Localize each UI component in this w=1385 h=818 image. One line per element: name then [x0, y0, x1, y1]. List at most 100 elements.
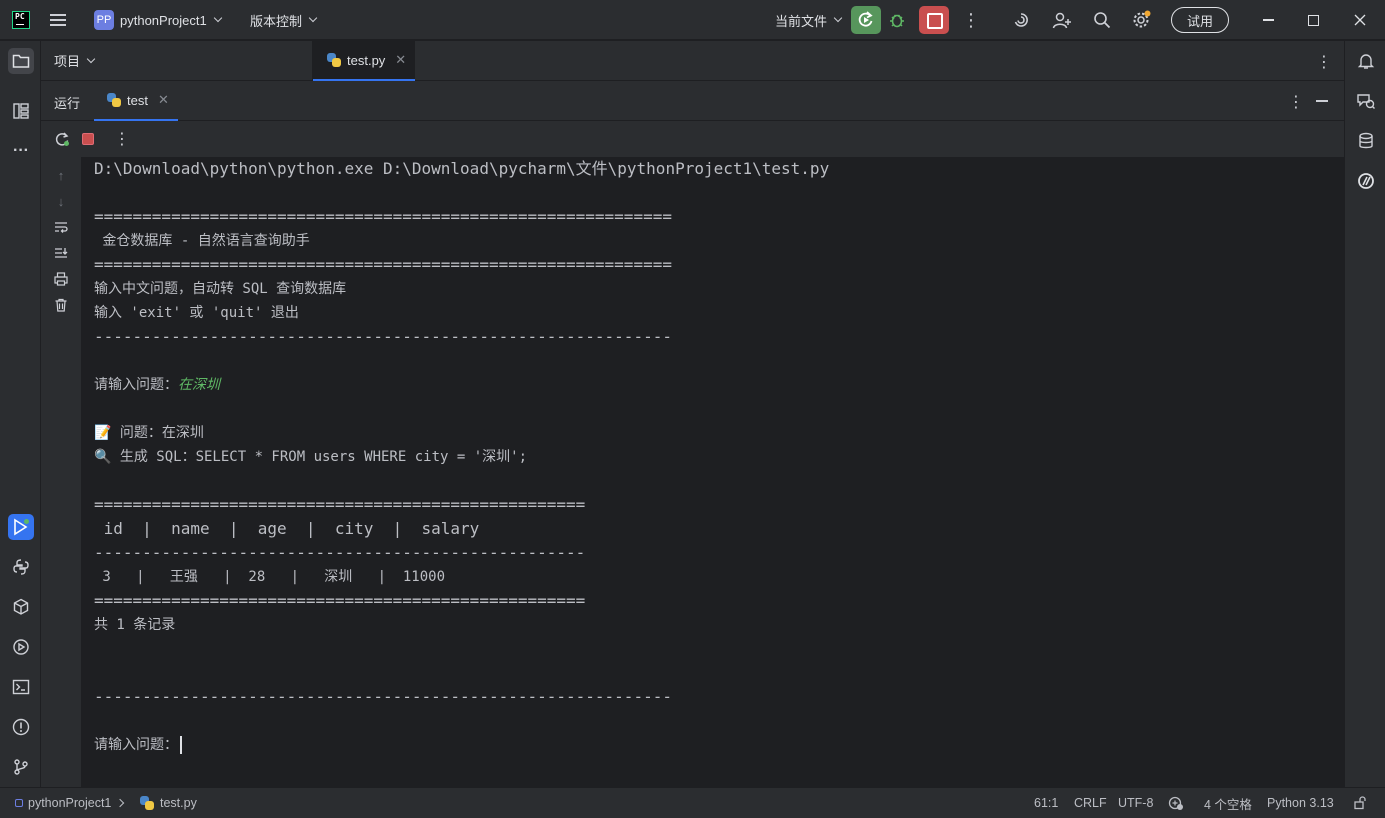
console-gutter: ↑ ↓ — [41, 157, 81, 787]
maximize-icon[interactable] — [1290, 0, 1336, 40]
more-icon[interactable]: ⋮ — [1288, 92, 1304, 112]
stop-icon[interactable] — [79, 130, 97, 148]
chevron-down-icon — [86, 54, 96, 63]
chevron-right-icon — [116, 798, 125, 808]
hamburger-menu-icon[interactable] — [50, 0, 70, 40]
close-icon[interactable] — [1337, 0, 1383, 40]
python-packages-icon[interactable] — [8, 594, 34, 620]
vcs-menu[interactable]: 版本控制 — [250, 0, 318, 40]
chevron-down-icon — [213, 13, 222, 23]
breadcrumb-file-label: test.py — [160, 796, 197, 810]
problems-icon[interactable] — [8, 714, 34, 740]
right-tool-strip — [1344, 41, 1385, 787]
tab-test-py[interactable]: test.py ✕ — [313, 41, 415, 81]
console-input-line[interactable]: 请输入问题： — [94, 733, 182, 757]
console-line: 输入中文问题，自动转 SQL 查询数据库 — [94, 281, 347, 297]
debug-button[interactable] — [888, 0, 912, 40]
user-input-text: 在深圳 — [178, 377, 220, 393]
run-config-selector[interactable]: 当前文件 — [775, 0, 843, 40]
more-icon[interactable]: ⋮ — [1316, 52, 1332, 72]
rerun-icon[interactable] — [53, 130, 71, 148]
project-panel-header[interactable]: 项目 — [41, 41, 313, 81]
rerun-icon — [858, 11, 873, 27]
terminal-icon[interactable] — [8, 674, 34, 700]
settings-icon[interactable] — [1130, 0, 1152, 40]
breadcrumb-project[interactable]: pythonProject1 — [15, 788, 133, 818]
project-panel-title: 项目 — [54, 54, 81, 69]
run-tab-test[interactable]: test ✕ — [94, 81, 178, 121]
console-line: ========================================… — [94, 207, 672, 226]
print-icon[interactable] — [53, 271, 69, 287]
table-row-line: 3 | 王强 | 28 | 深圳 | 11000 — [94, 569, 446, 585]
ai-assistant-icon[interactable] — [1353, 168, 1379, 194]
vcs-label: 版本控制 — [250, 13, 303, 29]
console-line: ----------------------------------------… — [94, 543, 586, 562]
arrow-up-icon[interactable]: ↑ — [53, 167, 69, 183]
pycharm-logo-icon: PC — [12, 11, 30, 29]
search-icon[interactable] — [1091, 0, 1113, 40]
console-line: ========================================… — [94, 591, 586, 610]
more-icon[interactable]: ⋮ — [962, 0, 980, 40]
console-line: 共 1 条记录 — [94, 617, 176, 633]
text-caret — [180, 736, 182, 754]
module-icon — [15, 799, 23, 807]
line-separator[interactable]: CRLF — [1074, 788, 1107, 818]
scroll-to-end-icon[interactable] — [53, 245, 69, 261]
stop-button[interactable] — [919, 6, 949, 34]
close-tab-icon[interactable]: ✕ — [395, 52, 406, 68]
python-file-icon — [140, 796, 154, 810]
trash-icon[interactable] — [53, 297, 69, 313]
folder-icon[interactable] — [8, 48, 34, 74]
ai-chat-icon[interactable] — [1353, 88, 1379, 114]
run-icon[interactable] — [8, 514, 34, 540]
run-toolbar: ⋮ — [41, 121, 1344, 157]
console-line: D:\Download\python\python.exe D:\Downloa… — [94, 159, 830, 178]
console-line: ----------------------------------------… — [94, 327, 672, 346]
services-icon[interactable] — [8, 634, 34, 660]
run-tab-label: test — [127, 92, 148, 108]
interpreter-selector[interactable]: Python 3.13 — [1267, 788, 1334, 818]
python-run-icon — [107, 93, 121, 107]
console-line: ----------------------------------------… — [94, 687, 672, 706]
more-icon[interactable]: ⋮ — [113, 130, 131, 148]
rerun-button[interactable] — [851, 6, 881, 34]
title-bar: PC PP pythonProject1 版本控制 当前文件 ⋮ 试用 — [0, 0, 1385, 40]
project-badge[interactable]: PP — [94, 10, 114, 30]
console-line: ========================================… — [94, 255, 672, 274]
editor-tab-bar: test.py ✕ ⋮ — [313, 41, 1344, 81]
minimize-panel-icon[interactable] — [1316, 100, 1328, 102]
tab-label: test.py — [347, 52, 386, 68]
breadcrumb-file[interactable]: test.py — [140, 788, 197, 818]
console-output[interactable]: D:\Download\python\python.exe D:\Downloa… — [81, 157, 1344, 787]
run-config-label: 当前文件 — [775, 13, 828, 29]
run-window-header: 运行 test ✕ ⋮ — [41, 81, 1344, 121]
notifications-icon[interactable] — [1353, 48, 1379, 74]
prompt-text: 请输入问题： — [94, 377, 178, 393]
close-tab-icon[interactable]: ✕ — [158, 92, 169, 108]
trial-button[interactable]: 试用 — [1171, 7, 1229, 33]
debug-icon — [890, 14, 904, 28]
structure-icon[interactable] — [8, 98, 34, 124]
indent-setting[interactable]: 4 个空格 — [1204, 788, 1252, 818]
lock-icon[interactable] — [1353, 788, 1367, 818]
status-bar: pythonProject1 test.py 61:1 CRLF UTF-8 4… — [0, 787, 1385, 818]
python-file-icon — [327, 53, 341, 67]
python-console-icon[interactable] — [8, 554, 34, 580]
console-prompt-line: 请输入问题：在深圳 — [94, 373, 220, 397]
git-icon[interactable] — [8, 754, 34, 780]
arrow-down-icon[interactable]: ↓ — [53, 193, 69, 209]
console-line: 📝 问题：在深圳 — [94, 425, 204, 441]
left-tool-strip: ··· — [0, 41, 41, 787]
caret-position[interactable]: 61:1 — [1034, 788, 1058, 818]
copilot-icon[interactable] — [1010, 0, 1032, 40]
minimize-icon[interactable] — [1245, 0, 1291, 40]
add-user-icon[interactable] — [1051, 0, 1073, 40]
project-selector[interactable]: pythonProject1 — [120, 0, 222, 40]
more-icon[interactable]: ··· — [8, 138, 34, 164]
soft-wrap-icon[interactable] — [53, 219, 69, 235]
file-encoding[interactable]: UTF-8 — [1118, 788, 1153, 818]
project-name: pythonProject1 — [120, 12, 207, 28]
database-icon[interactable] — [1353, 128, 1379, 154]
console-line: 金仓数据库 - 自然语言查询助手 — [94, 233, 310, 249]
inspection-icon[interactable] — [1168, 788, 1184, 818]
